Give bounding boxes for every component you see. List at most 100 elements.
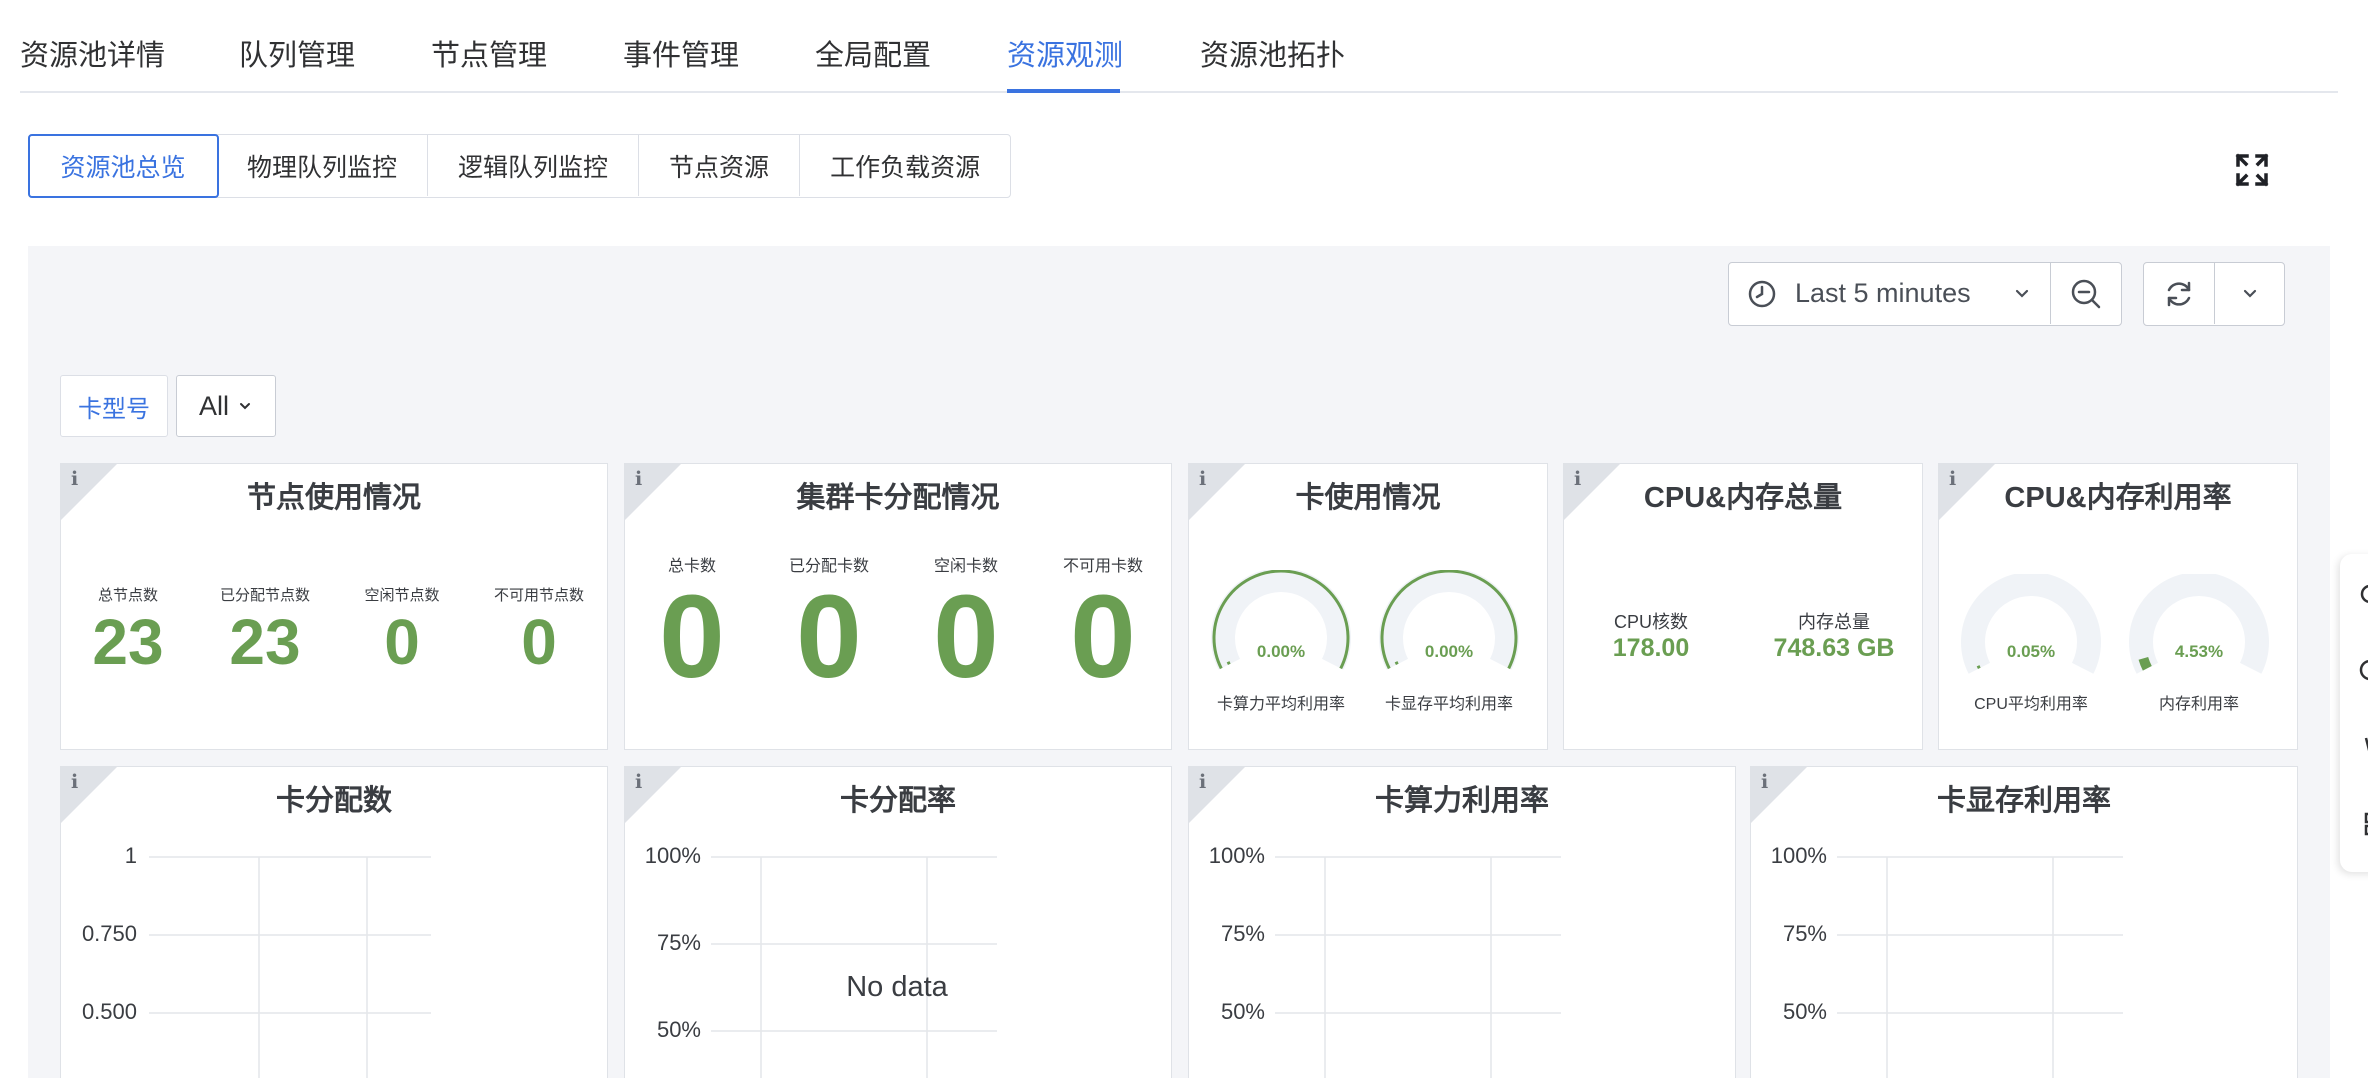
tab-pool-details[interactable]: 资源池详情 bbox=[20, 32, 165, 74]
panel-title: 卡算力利用率 bbox=[1374, 785, 1549, 817]
stat-allocated-nodes: 已分配节点数 23 bbox=[220, 584, 310, 679]
stat-value: 0 bbox=[659, 571, 725, 703]
card-model-value: All bbox=[198, 390, 229, 421]
y-tick-label: 50% bbox=[1782, 999, 1827, 1024]
stat-cpu-cores: CPU核数 178.00 bbox=[1613, 608, 1689, 663]
panel-cpu-memory-util: i CPU&内存利用率 0.05% 4.53% CPU平均利用率 内存利用率 bbox=[1938, 463, 2298, 750]
app-root: 资源池详情 队列管理 节点管理 事件管理 全局配置 资源观测 资源池拓扑 资源池… bbox=[0, 0, 2368, 1078]
stat-idle-cards: 空闲卡数 0 bbox=[933, 552, 999, 700]
refresh-button[interactable] bbox=[2144, 263, 2214, 324]
gauge-value: 0.05% bbox=[2006, 642, 2056, 661]
gauge-label: 内存利用率 bbox=[2158, 696, 2240, 713]
stat-total-nodes: 总节点数 23 bbox=[92, 584, 163, 679]
y-tick-label: 100% bbox=[1208, 843, 1265, 868]
y-tick-label: 1 bbox=[124, 843, 137, 868]
refresh-icon bbox=[2167, 281, 2191, 306]
grid-icon[interactable] bbox=[2340, 802, 2368, 872]
gauge-value-arc bbox=[2138, 656, 2152, 671]
y-tick-label: 50% bbox=[1220, 999, 1265, 1024]
panel-title: 集群卡分配情况 bbox=[796, 482, 1000, 514]
stat-value: 0 bbox=[521, 606, 557, 678]
gauge-label: 卡显存平均利用率 bbox=[1384, 696, 1514, 713]
panel-card-compute-util: i 卡算力利用率 100% 75% 50% bbox=[1188, 766, 1736, 1078]
top-tab-bar: 资源池详情 队列管理 节点管理 事件管理 全局配置 资源观测 资源池拓扑 bbox=[20, 0, 2338, 93]
bag-icon[interactable] bbox=[2340, 726, 2368, 796]
y-tick-label: 75% bbox=[1220, 921, 1265, 946]
card-model-select[interactable]: All bbox=[176, 375, 276, 437]
panel-card-alloc-rate: i 卡分配率 100% 75% 50% No data bbox=[624, 766, 1172, 1078]
zoom-out-icon bbox=[2071, 279, 2101, 308]
tab-global-config[interactable]: 全局配置 bbox=[815, 32, 931, 74]
stat-total-cards: 总卡数 0 bbox=[659, 552, 725, 700]
search-icon[interactable] bbox=[2340, 574, 2368, 644]
tab-node-management[interactable]: 节点管理 bbox=[431, 32, 547, 74]
subtab-logical-queue[interactable]: 逻辑队列监控 bbox=[428, 135, 640, 196]
tab-pool-topology[interactable]: 资源池拓扑 bbox=[1200, 32, 1345, 74]
panel-title: 节点使用情况 bbox=[246, 482, 421, 514]
stat-unavailable-cards: 不可用卡数 0 bbox=[1063, 552, 1143, 700]
stat-allocated-cards: 已分配卡数 0 bbox=[789, 552, 869, 700]
help-icon[interactable] bbox=[2340, 650, 2368, 720]
clock-icon bbox=[1748, 280, 1776, 307]
gauge-value-arc bbox=[1976, 665, 1981, 670]
stat-label: CPU核数 bbox=[1613, 612, 1688, 632]
stat-unavailable-nodes: 不可用节点数 0 bbox=[494, 584, 584, 679]
stat-idle-nodes: 空闲节点数 0 bbox=[364, 584, 439, 679]
subtab-physical-queue[interactable]: 物理队列监控 bbox=[217, 135, 429, 196]
refresh-group bbox=[2143, 262, 2285, 326]
panel-card-alloc-count: i 卡分配数 1 0.750 0.500 bbox=[60, 766, 608, 1078]
gauge-label: 卡算力平均利用率 bbox=[1216, 696, 1346, 713]
gauge-label: CPU平均利用率 bbox=[1974, 696, 2088, 713]
y-tick-label: 75% bbox=[1782, 921, 1827, 946]
y-tick-label: 100% bbox=[1770, 843, 1827, 868]
chart-grid bbox=[1275, 856, 1561, 1078]
stat-value: 23 bbox=[92, 606, 164, 678]
chevron-down-icon bbox=[2015, 289, 2029, 298]
tab-queue-management[interactable]: 队列管理 bbox=[239, 32, 355, 74]
y-tick-label: 50% bbox=[656, 1017, 701, 1042]
subtab-node-resources[interactable]: 节点资源 bbox=[639, 135, 801, 196]
tab-event-management[interactable]: 事件管理 bbox=[623, 32, 739, 74]
y-tick-label: 0.750 bbox=[81, 921, 137, 946]
subtab-workload-resources[interactable]: 工作负载资源 bbox=[800, 135, 1010, 196]
subtab-pool-overview[interactable]: 资源池总览 bbox=[27, 133, 219, 198]
panel-title: 卡显存利用率 bbox=[1936, 785, 2111, 817]
gauge-value: 0.00% bbox=[1424, 642, 1474, 661]
panel-card-memory-util: i 卡显存利用率 100% 75% 50% bbox=[1750, 766, 2298, 1078]
chevron-down-icon bbox=[240, 403, 250, 410]
fullscreen-icon[interactable] bbox=[2234, 152, 2270, 188]
panel-cpu-memory-total: i CPU&内存总量 CPU核数 178.00 内存总量 748.63 GB bbox=[1563, 463, 1923, 750]
time-range-picker[interactable]: Last 5 minutes bbox=[1729, 263, 2051, 324]
time-picker-group: Last 5 minutes bbox=[1728, 262, 2122, 326]
panel-title: 卡分配数 bbox=[275, 785, 392, 817]
stat-value: 0 bbox=[1070, 571, 1136, 703]
gauge-value-arc bbox=[1394, 661, 1399, 666]
stat-label: 总节点数 bbox=[97, 587, 158, 604]
panel-title: 卡分配率 bbox=[839, 785, 956, 817]
panel-title: CPU&内存总量 bbox=[1643, 482, 1843, 514]
chart-grid bbox=[149, 856, 431, 1078]
stat-label: 内存总量 bbox=[1797, 612, 1870, 632]
gauge-value: 0.00% bbox=[1256, 642, 1306, 661]
card-model-label: 卡型号 bbox=[60, 375, 168, 437]
stat-label: 不可用节点数 bbox=[493, 587, 585, 604]
refresh-interval-dropdown[interactable] bbox=[2214, 263, 2284, 324]
panel-title: CPU&内存利用率 bbox=[2004, 482, 2232, 514]
chart-grid bbox=[1837, 856, 2123, 1078]
stat-memory-total: 内存总量 748.63 GB bbox=[1774, 608, 1895, 663]
zoom-out-button[interactable] bbox=[2051, 263, 2121, 324]
stat-value: 0 bbox=[384, 606, 420, 678]
active-tab-indicator bbox=[1007, 89, 1120, 93]
sub-tab-bar: 资源池总览 物理队列监控 逻辑队列监控 节点资源 工作负载资源 bbox=[27, 133, 1012, 198]
panel-card-usage: i 卡使用情况 0.00% 0.00% 卡算力平均利用率 卡显存平均利用率 bbox=[1188, 463, 1548, 750]
gauge-value-arc bbox=[1226, 661, 1231, 666]
dashboard: Last 5 minutes 卡型号 All i 节点使用情况 总节点数 23 … bbox=[28, 246, 2330, 1078]
stat-value: 0 bbox=[796, 571, 862, 703]
panel-node-usage: i 节点使用情况 总节点数 23 已分配节点数 23 空闲节点数 0 不可用节点… bbox=[60, 463, 608, 750]
stat-label: 空闲节点数 bbox=[364, 587, 440, 604]
y-tick-label: 100% bbox=[644, 843, 701, 868]
tab-resource-observation[interactable]: 资源观测 bbox=[1007, 32, 1123, 74]
stat-value: 178.00 bbox=[1612, 634, 1690, 662]
gauge-value: 4.53% bbox=[2174, 642, 2224, 661]
floating-toolbar bbox=[2340, 554, 2368, 872]
